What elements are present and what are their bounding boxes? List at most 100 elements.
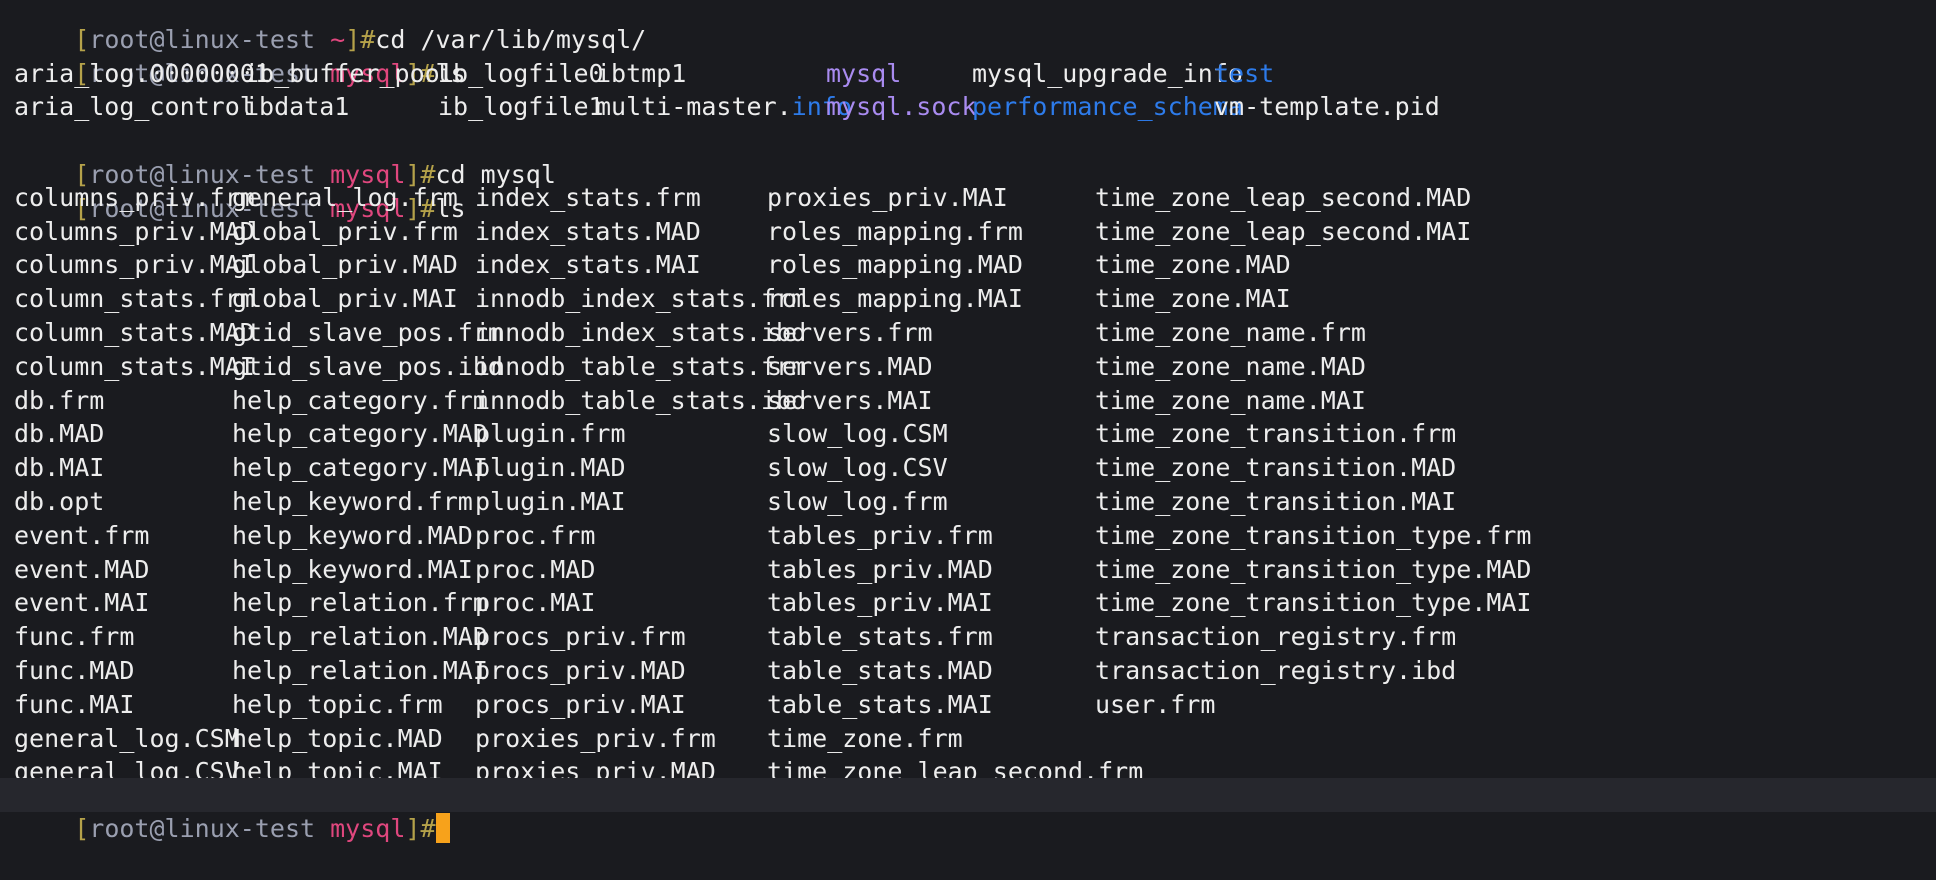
file-entry: help_relation.frm xyxy=(232,588,488,618)
prompt-line: [root@linux-test mysql]#ls xyxy=(14,23,1936,88)
file-entry: procs_priv.MAI xyxy=(475,689,686,719)
file-entry: general_log.frm xyxy=(232,182,458,212)
file-entry: ib_logfile0 xyxy=(438,58,604,88)
file-entry: db.opt xyxy=(14,486,105,516)
file-entry: time_zone.MAI xyxy=(1095,284,1291,314)
file-entry: gtid_slave_pos.ibd xyxy=(232,351,503,381)
file-entry: servers.frm xyxy=(767,317,933,347)
file-entry: time_zone_name.frm xyxy=(1095,317,1366,347)
file-entry: db.frm xyxy=(14,385,105,415)
ls-output-row: column_stats.MAD gtid_slave_pos.frm innodb… xyxy=(14,316,1936,350)
ls-output-row: aria_log_control ibdata1 ib_logfile1 mul… xyxy=(14,90,1936,124)
file-entry: slow_log.CSM xyxy=(767,419,948,449)
file-entry: help_category.MAD xyxy=(232,419,488,449)
file-entry: table_stats.frm xyxy=(767,622,993,652)
file-entry: time_zone_name.MAD xyxy=(1095,351,1366,381)
file-entry: func.MAD xyxy=(14,655,135,685)
current-prompt-line[interactable]: [root@linux-test mysql]# xyxy=(0,778,1936,843)
file-entry: aria_log_control xyxy=(14,92,255,122)
file-entry: global_priv.MAD xyxy=(232,250,458,280)
file-entry: global_priv.MAI xyxy=(232,284,458,314)
file-entry: time_zone_leap_second.MAD xyxy=(1095,182,1472,212)
file-entry: func.MAI xyxy=(14,689,135,719)
file-entry: time_zone_transition_type.MAD xyxy=(1095,554,1532,584)
file-entry: db.MAI xyxy=(14,453,105,483)
file-entry: innodb_table_stats.ibd xyxy=(475,385,807,415)
file-entry: procs_priv.frm xyxy=(475,622,686,652)
file-entry: column_stats.frm xyxy=(14,284,255,314)
file-entry: help_topic.MAD xyxy=(232,723,443,753)
file-entry: proc.MAI xyxy=(475,588,596,618)
ls-output-row: event.frm help_keyword.MAD proc.frm tables_… xyxy=(14,519,1936,553)
ls-output-row: columns_priv.frm general_log.frm index_sta… xyxy=(14,181,1936,215)
file-entry: gtid_slave_pos.frm xyxy=(232,317,503,347)
file-entry: func.frm xyxy=(14,622,135,652)
file-entry: columns_priv.MAD xyxy=(14,216,255,246)
ls-output-row: column_stats.frm global_priv.MAI innodb_in… xyxy=(14,282,1936,316)
file-entry: table_stats.MAD xyxy=(767,655,993,685)
ls-output-row: func.MAI help_topic.frm procs_priv.MAI tabl… xyxy=(14,688,1936,722)
ls-output-row: columns_priv.MAI global_priv.MAD index_sta… xyxy=(14,248,1936,282)
file-entry: time_zone_transition.MAI xyxy=(1095,486,1457,516)
ls-output-row: db.opt help_keyword.frm plugin.MAI slow_log… xyxy=(14,485,1936,519)
file-entry: help_topic.frm xyxy=(232,689,443,719)
file-entry: slow_log.CSV xyxy=(767,453,948,483)
directory-entry: mysql xyxy=(826,58,902,88)
ls-output-row: aria_log.00000001 ib_buffer_pool ib_logf… xyxy=(14,57,1936,91)
file-entry: event.MAI xyxy=(14,588,150,618)
prompt-cwd: mysql xyxy=(330,813,406,843)
file-entry: transaction_registry.frm xyxy=(1095,622,1457,652)
file-entry: time_zone_leap_second.MAI xyxy=(1095,216,1472,246)
file-entry: ibdata1 xyxy=(244,92,350,122)
file-entry: innodb_index_stats.ibd xyxy=(475,317,807,347)
file-entry: index_stats.MAD xyxy=(475,216,701,246)
ls-output-row: columns_priv.MAD global_priv.frm index_sta… xyxy=(14,215,1936,249)
socket-entry: mysql.sock xyxy=(826,92,977,122)
file-entry: proxies_priv.MAI xyxy=(767,182,1008,212)
ls-output-row: general_log.CSM help_topic.MAD proxies_pri… xyxy=(14,722,1936,756)
ls-output-row: db.MAI help_category.MAI plugin.MAD slow_lo… xyxy=(14,451,1936,485)
ls-output-row: column_stats.MAI gtid_slave_pos.ibd innodb… xyxy=(14,350,1936,384)
file-entry: help_keyword.MAI xyxy=(232,554,473,584)
file-entry: time_zone_transition_type.frm xyxy=(1095,520,1532,550)
file-entry: vm-template.pid xyxy=(1214,92,1440,122)
file-entry: proc.frm xyxy=(475,520,596,550)
file-entry: multi-master.info xyxy=(596,92,852,122)
file-entry: help_keyword.frm xyxy=(232,486,473,516)
file-entry: columns_priv.MAI xyxy=(14,250,255,280)
file-entry: time_zone_name.MAI xyxy=(1095,385,1366,415)
terminal-window[interactable]: [root@linux-test ~]#cd /var/lib/mysql/ [… xyxy=(0,0,1936,863)
file-entry: event.MAD xyxy=(14,554,150,584)
file-entry: tables_priv.MAD xyxy=(767,554,993,584)
directory-entry: test xyxy=(1214,58,1275,88)
file-entry: time_zone.frm xyxy=(767,723,963,753)
file-entry: transaction_registry.ibd xyxy=(1095,655,1457,685)
file-entry: plugin.MAD xyxy=(475,453,626,483)
file-entry: innodb_table_stats.frm xyxy=(475,351,807,381)
file-entry: columns_priv.frm xyxy=(14,182,255,212)
file-entry: plugin.frm xyxy=(475,419,626,449)
ls-output-row: func.frm help_relation.MAD procs_priv.frm t… xyxy=(14,620,1936,654)
file-entry: ibtmp1 xyxy=(596,58,687,88)
text-cursor[interactable] xyxy=(435,812,450,843)
ls-output-row: event.MAI help_relation.frm proc.MAI tables… xyxy=(14,586,1936,620)
file-entry: time_zone_transition.MAD xyxy=(1095,453,1457,483)
file-entry: column_stats.MAI xyxy=(14,351,255,381)
file-entry: ib_logfile1 xyxy=(438,92,604,122)
file-entry: aria_log.00000001 xyxy=(14,58,270,88)
file-entry: db.MAD xyxy=(14,419,105,449)
ls-output-row: db.MAD help_category.MAD plugin.frm slow_lo… xyxy=(14,417,1936,451)
file-entry: user.frm xyxy=(1095,689,1216,719)
file-entry: roles_mapping.frm xyxy=(767,216,1023,246)
ls-output-grid: columns_priv.frm general_log.frm index_sta… xyxy=(14,181,1936,789)
prompt-bracket-close: ]# xyxy=(405,813,436,843)
file-entry: help_relation.MAI xyxy=(232,655,488,685)
file-entry: help_relation.MAD xyxy=(232,622,488,652)
file-entry: procs_priv.MAD xyxy=(475,655,686,685)
file-entry: table_stats.MAI xyxy=(767,689,993,719)
file-entry: global_priv.frm xyxy=(232,216,458,246)
prompt-line: [root@linux-test mysql]#cd mysql xyxy=(14,124,1936,189)
file-entry: roles_mapping.MAI xyxy=(767,284,1023,314)
file-entry: servers.MAD xyxy=(767,351,933,381)
file-entry: help_keyword.MAD xyxy=(232,520,473,550)
